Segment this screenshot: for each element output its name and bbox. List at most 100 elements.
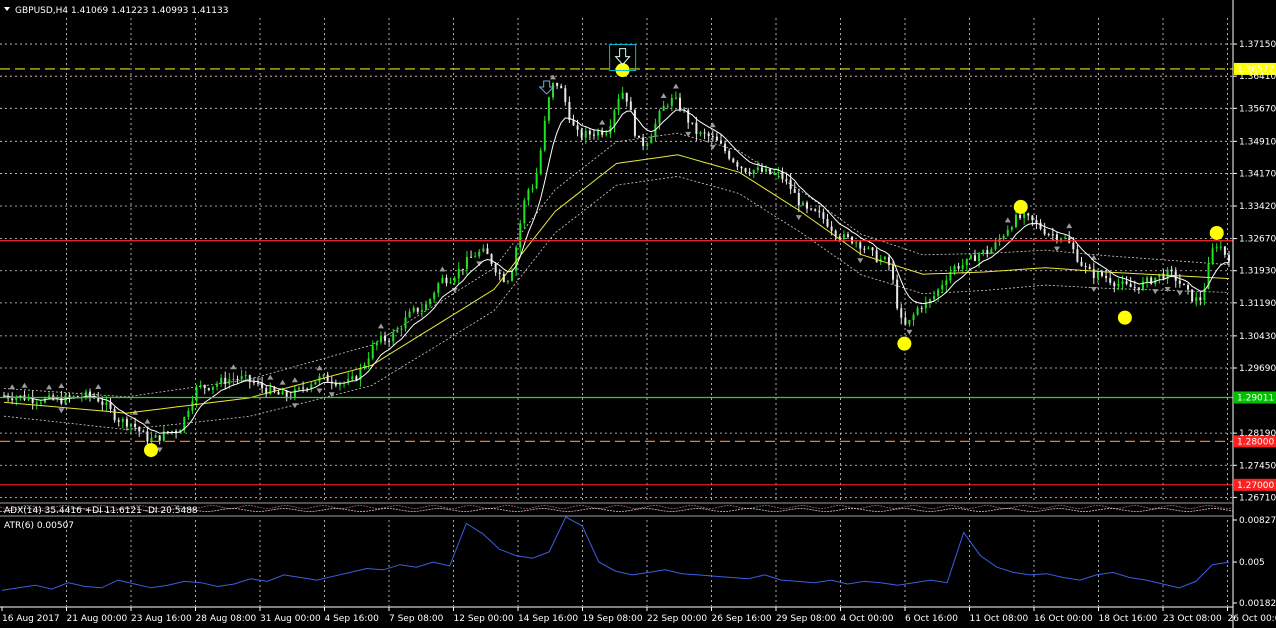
candle-body xyxy=(1215,247,1218,249)
candle-body xyxy=(302,387,305,389)
candle-body xyxy=(986,250,989,254)
time-tick-label: 12 Sep 00:00 xyxy=(454,614,514,624)
candle-body xyxy=(900,308,903,318)
candle-body xyxy=(662,105,665,111)
candle-body xyxy=(269,387,272,395)
candle-body xyxy=(625,92,628,102)
candle-body xyxy=(39,402,42,404)
candle-body xyxy=(1105,275,1108,278)
candle-body xyxy=(1170,269,1173,272)
time-tick-label: 29 Sep 08:00 xyxy=(776,614,836,624)
candle-body xyxy=(1096,271,1099,278)
candle-body xyxy=(822,212,825,219)
candle-body xyxy=(379,335,382,343)
candle-body xyxy=(461,268,464,270)
candle-body xyxy=(621,92,624,99)
price-tick-label: 1.31190 xyxy=(1239,299,1276,309)
candle-body xyxy=(691,122,694,124)
candle-body xyxy=(1125,281,1128,284)
time-tick-label: 23 Aug 16:00 xyxy=(131,614,192,624)
candle-body xyxy=(1006,229,1009,236)
candle-body xyxy=(580,129,583,138)
candle-body xyxy=(1031,215,1034,221)
candle-body xyxy=(806,202,809,209)
price-tick-label: 1.32670 xyxy=(1239,235,1276,245)
time-tick-label: 26 Sep 16:00 xyxy=(712,614,772,624)
candle-body xyxy=(506,280,509,282)
candle-body xyxy=(642,137,645,147)
candle-body xyxy=(89,391,92,396)
candle-body xyxy=(765,168,768,172)
candle-body xyxy=(1117,284,1120,287)
candle-body xyxy=(547,97,550,121)
candle-body xyxy=(961,265,964,269)
candle-body xyxy=(519,223,522,248)
candle-body xyxy=(338,383,341,386)
candle-body xyxy=(125,418,128,427)
time-tick-label: 11 Oct 08:00 xyxy=(970,614,1029,624)
candle-body xyxy=(138,427,141,432)
candle-body xyxy=(777,172,780,174)
candle-body xyxy=(863,248,866,250)
candle-body xyxy=(228,379,231,384)
candle-body xyxy=(658,110,661,124)
time-tick-label: 26 Oct 00:00 xyxy=(1228,614,1276,624)
candle-body xyxy=(994,242,997,250)
candle-body xyxy=(613,110,616,126)
candle-body xyxy=(216,383,219,387)
candle-body xyxy=(740,166,743,169)
candle-body xyxy=(1039,222,1042,229)
candle-body xyxy=(211,386,214,390)
candle-body xyxy=(35,402,38,404)
candle-body xyxy=(535,173,538,189)
candle-body xyxy=(760,167,763,172)
candle-body xyxy=(494,263,497,273)
candle-body xyxy=(1129,283,1132,288)
candle-body xyxy=(490,254,493,264)
candle-body xyxy=(920,307,923,309)
candle-body xyxy=(793,189,796,193)
time-tick-label: 7 Sep 08:00 xyxy=(389,614,444,624)
candle-body xyxy=(592,134,595,136)
candle-body xyxy=(408,311,411,318)
candle-body xyxy=(556,82,559,86)
candle-body xyxy=(969,255,972,259)
yellow-dot-marker xyxy=(1117,310,1132,325)
chart-header: GBPUSD,H4 1.41069 1.41223 1.40993 1.4113… xyxy=(4,6,228,16)
price-tick-label: 1.37150 xyxy=(1239,40,1276,50)
candle-body xyxy=(719,140,722,144)
candle-body xyxy=(478,251,481,257)
candle-body xyxy=(527,189,530,201)
candle-body xyxy=(543,120,546,151)
candle-body xyxy=(564,88,567,102)
candle-body xyxy=(633,110,636,136)
candle-body xyxy=(142,431,145,433)
price-tick-label: 1.34170 xyxy=(1239,169,1276,179)
candle-body xyxy=(457,268,460,279)
candle-body xyxy=(789,179,792,190)
candle-body xyxy=(1064,237,1067,239)
candle-body xyxy=(1199,297,1202,301)
candle-body xyxy=(1182,283,1185,286)
candle-body xyxy=(572,120,575,126)
candle-body xyxy=(470,256,473,258)
candle-body xyxy=(130,423,133,427)
candle-body xyxy=(551,82,554,98)
candle-body xyxy=(146,431,149,442)
candle-body xyxy=(1010,227,1013,230)
candle-body xyxy=(703,132,706,134)
candle-body xyxy=(851,236,854,244)
time-tick-label: 23 Oct 08:00 xyxy=(1163,614,1222,624)
candle-body xyxy=(281,391,284,395)
candle-body xyxy=(1035,220,1038,223)
forex-chart[interactable]: 1.365771.290111.280001.27000 1.371501.36… xyxy=(0,0,1276,628)
candle-body xyxy=(355,376,358,381)
candle-body xyxy=(978,254,981,262)
candle-body xyxy=(629,101,632,111)
candle-body xyxy=(1228,254,1230,262)
time-tick-label: 6 Oct 16:00 xyxy=(905,614,958,624)
candle-body xyxy=(982,250,985,255)
candle-body xyxy=(297,387,300,390)
candle-body xyxy=(883,257,886,260)
atr-tick-label: 0.00827 xyxy=(1239,516,1276,526)
